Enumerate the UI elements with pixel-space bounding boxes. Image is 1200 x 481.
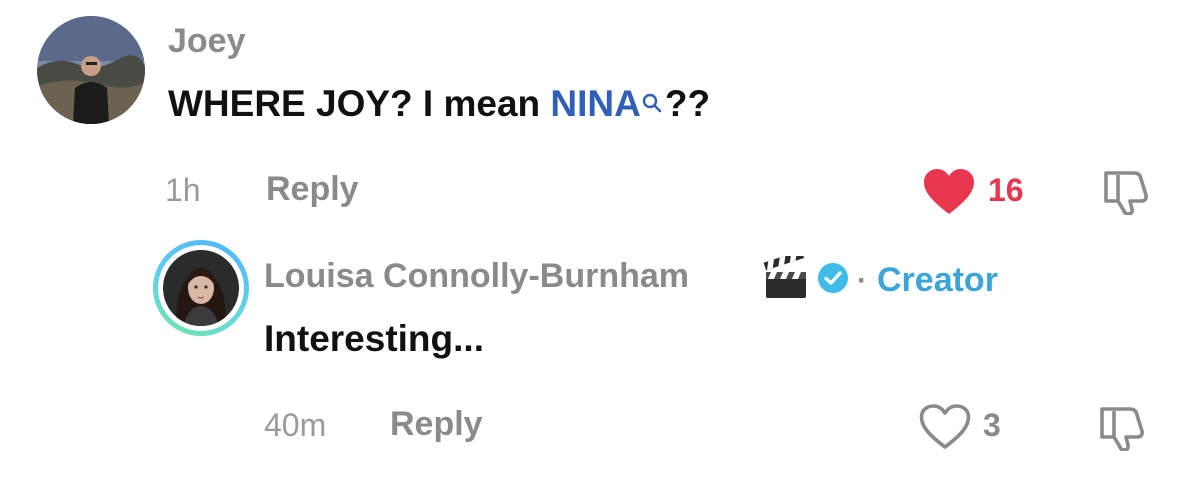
comment-text: Interesting... (264, 318, 484, 359)
reply-button[interactable]: Reply (266, 170, 359, 209)
heart-outline-icon[interactable] (918, 403, 972, 456)
verified-badge-icon (817, 262, 849, 299)
comment-text-part: WHERE JOY? I mean (168, 83, 551, 124)
badge-separator: · (857, 263, 867, 297)
avatar-story-ring[interactable] (153, 240, 249, 336)
clapperboard-icon (763, 250, 809, 305)
comment-username[interactable]: Joey (168, 22, 246, 61)
user-badges: · Creator (763, 250, 998, 305)
thumbs-down-icon[interactable] (1094, 403, 1150, 456)
comment-username[interactable]: Louisa Connolly-Burnham (264, 257, 689, 296)
mention-link[interactable]: NINA (550, 83, 640, 124)
comment-thread: Joey WHERE JOY? I mean NINA?? 1h Reply 1… (0, 0, 1200, 481)
like-count: 3 (983, 407, 1001, 443)
comment-text: WHERE JOY? I mean NINA?? (168, 83, 710, 125)
avatar-ring-gap (158, 245, 244, 331)
comment-timestamp: 1h (165, 172, 201, 208)
avatar-louisa[interactable] (163, 250, 239, 326)
search-icon[interactable] (641, 81, 663, 123)
thumbs-down-icon[interactable] (1098, 167, 1154, 220)
like-count: 16 (988, 172, 1024, 208)
avatar-joey[interactable] (37, 16, 145, 124)
comment-text-part: ?? (664, 83, 711, 124)
comment-timestamp: 40m (264, 407, 327, 443)
reply-button[interactable]: Reply (390, 405, 483, 444)
heart-filled-icon[interactable] (922, 168, 976, 221)
creator-label: Creator (877, 261, 998, 299)
